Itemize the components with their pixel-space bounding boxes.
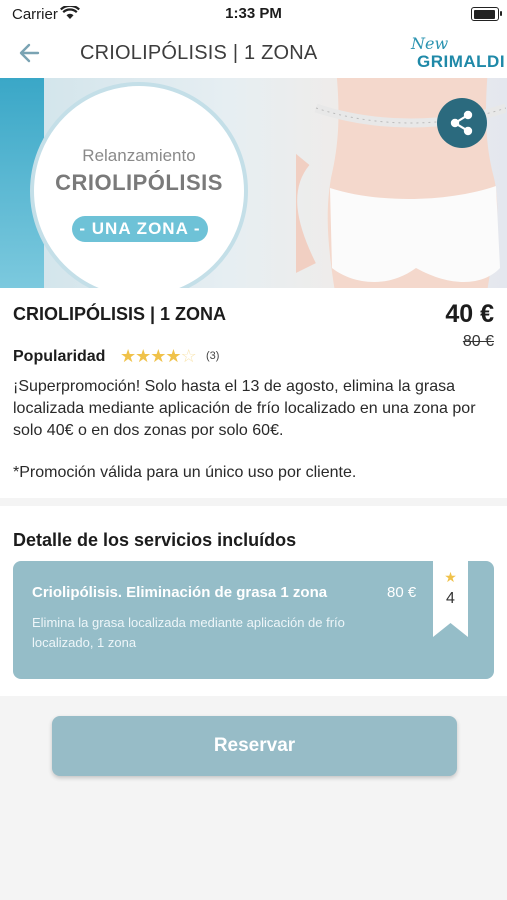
ribbon-value: 4: [446, 590, 455, 607]
service-description: Elimina la grasa localizada mediante apl…: [32, 615, 345, 650]
status-bar: Carrier 1:33 PM: [0, 0, 507, 28]
star-icon: ★: [444, 569, 457, 585]
banner-line1: Relanzamiento: [82, 146, 196, 165]
banner-badge: Relanzamiento CRIOLIPÓLISIS - UNA ZONA -: [30, 82, 248, 288]
service-price: 80 €: [387, 584, 417, 601]
service-name: Criolipólisis. Eliminación de grasa 1 zo…: [32, 584, 328, 601]
product-title: CRIOLIPÓLISIS | 1 ZONA: [13, 304, 227, 324]
service-card[interactable]: Criolipólisis. Eliminación de grasa 1 zo…: [13, 561, 494, 679]
rating-count: (3): [206, 350, 220, 362]
battery-icon: [471, 7, 502, 21]
services-section: Detalle de los servicios incluídos Criol…: [0, 506, 507, 696]
star-icon: ★: [165, 346, 181, 366]
logo-script: New: [411, 34, 449, 53]
description-text: ¡Superpromoción! Solo hasta el 13 de ago…: [13, 378, 476, 439]
logo-brand: GRIMALDI: [417, 52, 506, 71]
banner-line2: CRIOLIPÓLISIS: [55, 170, 223, 195]
star-icon: ☆: [180, 346, 197, 366]
services-title: Detalle de los servicios incluídos: [13, 530, 297, 550]
promo-note: *Promoción válida para un único uso por …: [13, 464, 357, 481]
reserve-button[interactable]: Reservar: [52, 716, 457, 776]
star-icon: ★: [150, 346, 166, 366]
arrow-left-icon[interactable]: [16, 40, 44, 66]
product-old-price: 80 €: [462, 333, 494, 350]
star-icon: ★: [135, 346, 151, 366]
share-button[interactable]: [437, 98, 487, 148]
brand-logo: New GRIMALDI: [409, 34, 505, 74]
popularity-label: Popularidad: [13, 348, 106, 365]
star-icon: ★: [120, 346, 136, 366]
product-price: 40 €: [445, 300, 494, 328]
page-title: CRIOLIPÓLISIS | 1 ZONA: [80, 42, 318, 64]
clock: 1:33 PM: [225, 5, 282, 22]
rating-ribbon: ★ 4: [433, 561, 468, 637]
nav-bar: CRIOLIPÓLISIS | 1 ZONA New GRIMALDI: [0, 28, 507, 78]
star-rating: ★★★★☆: [120, 346, 197, 367]
banner-pill: - UNA ZONA -: [72, 216, 208, 242]
share-icon: [450, 110, 473, 136]
product-description: ¡Superpromoción! Solo hasta el 13 de ago…: [13, 376, 493, 484]
hero-banner: Relanzamiento CRIOLIPÓLISIS - UNA ZONA -: [0, 78, 507, 288]
product-info: CRIOLIPÓLISIS | 1 ZONA 40 € 80 € Popular…: [0, 288, 507, 498]
